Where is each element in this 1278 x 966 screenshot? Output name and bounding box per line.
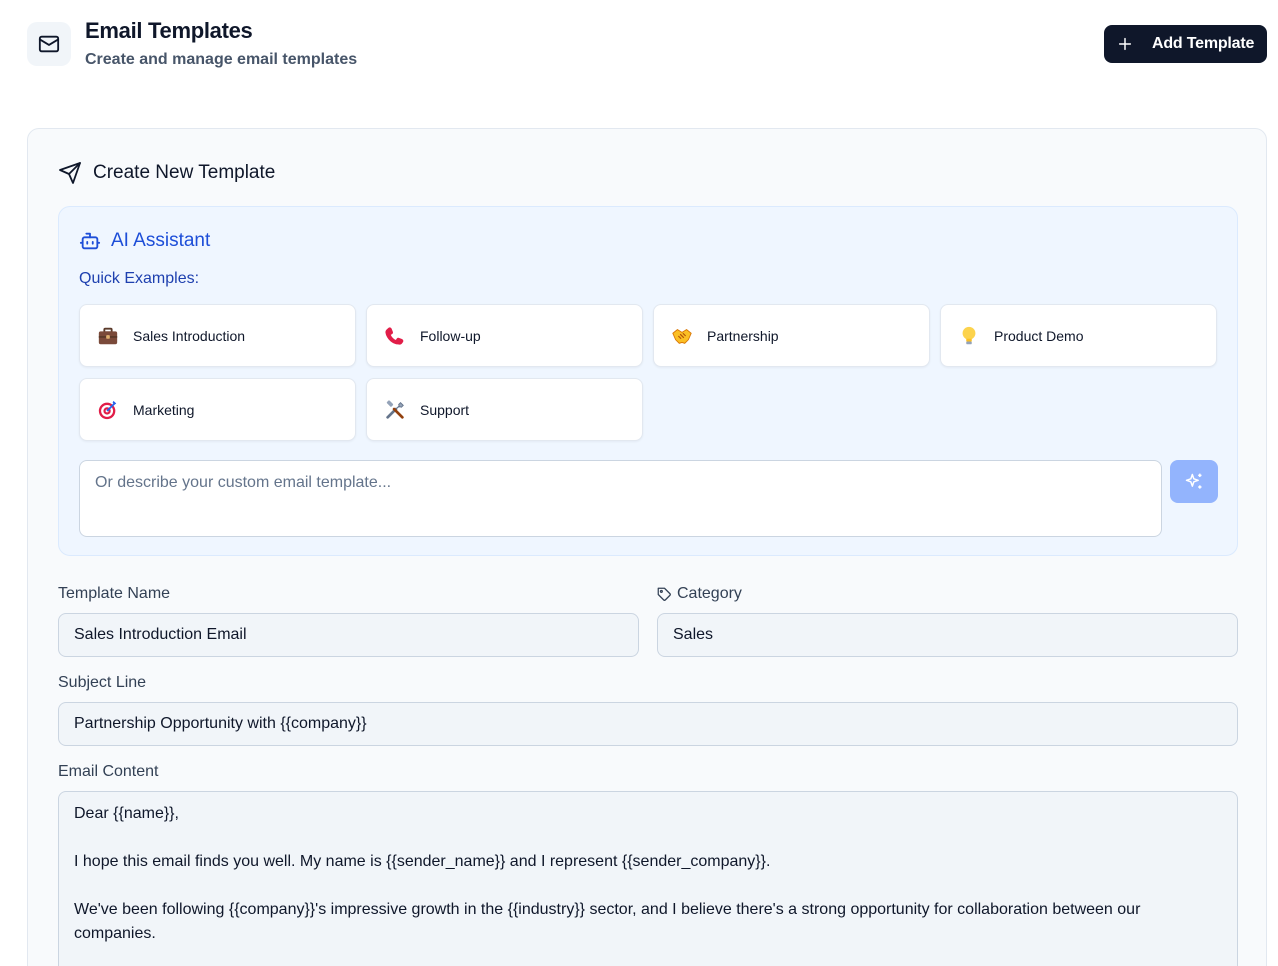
template-name-input[interactable]: Sales Introduction Email [58, 613, 639, 657]
bot-icon [79, 232, 101, 250]
mail-icon [38, 35, 60, 53]
subject-input[interactable]: Partnership Opportunity with {{company}} [58, 702, 1238, 746]
card-title: Create New Template [93, 162, 276, 183]
example-support[interactable]: Support [366, 378, 643, 441]
target-icon [97, 399, 119, 421]
example-product-demo[interactable]: Product Demo [940, 304, 1217, 367]
add-template-button[interactable]: Add Template [1104, 25, 1267, 63]
handshake-icon [671, 325, 693, 347]
category-value: Sales [673, 626, 714, 643]
tag-icon [657, 587, 671, 601]
add-template-label: Add Template [1152, 35, 1255, 52]
card-header: Create New Template [58, 161, 275, 185]
content-label: Email Content [58, 763, 159, 780]
custom-template-input[interactable] [79, 460, 1162, 537]
phone-icon [384, 325, 406, 347]
email-content-textarea[interactable]: Dear {{name}}, I hope this email finds y… [58, 791, 1238, 966]
page-subtitle: Create and manage email templates [85, 51, 358, 68]
example-label: Follow-up [420, 327, 481, 344]
ai-assistant-title: AI Assistant [111, 230, 211, 251]
template-name-value: Sales Introduction Email [74, 626, 247, 643]
ai-assistant-panel: AI Assistant Quick Examples: Sales Intro… [58, 206, 1238, 556]
lightbulb-icon [958, 325, 980, 347]
example-marketing[interactable]: Marketing [79, 378, 356, 441]
example-follow-up[interactable]: Follow-up [366, 304, 643, 367]
content-paragraph: Dear {{name}}, [74, 805, 179, 822]
ai-assistant-header: AI Assistant [79, 230, 210, 252]
content-paragraph: I hope this email finds you well. My nam… [74, 853, 771, 870]
subject-value: Partnership Opportunity with {{company}} [74, 715, 367, 732]
sparkles-icon [1185, 473, 1202, 489]
send-icon [59, 162, 81, 184]
template-name-label: Template Name [58, 585, 171, 602]
example-label: Partnership [707, 327, 779, 344]
plus-icon [1118, 37, 1132, 51]
mail-header-icon [27, 22, 71, 66]
tools-icon [384, 399, 406, 421]
example-label: Product Demo [994, 327, 1084, 344]
example-label: Marketing [133, 401, 195, 418]
example-label: Sales Introduction [133, 327, 246, 344]
generate-button[interactable] [1170, 460, 1218, 503]
page-title: Email Templates [85, 18, 253, 43]
create-template-card: Create New Template AI Assistant Quick E… [27, 128, 1267, 966]
example-partnership[interactable]: Partnership [653, 304, 930, 367]
category-input[interactable]: Sales [657, 613, 1238, 657]
category-label-row: Category [657, 585, 742, 603]
category-label: Category [677, 585, 742, 602]
quick-examples-label: Quick Examples: [79, 270, 200, 287]
example-label: Support [420, 401, 470, 418]
example-sales-introduction[interactable]: Sales Introduction [79, 304, 356, 367]
subject-label: Subject Line [58, 674, 147, 691]
content-paragraph: We've been following {{company}}'s impre… [74, 901, 1141, 942]
briefcase-icon [97, 325, 119, 347]
